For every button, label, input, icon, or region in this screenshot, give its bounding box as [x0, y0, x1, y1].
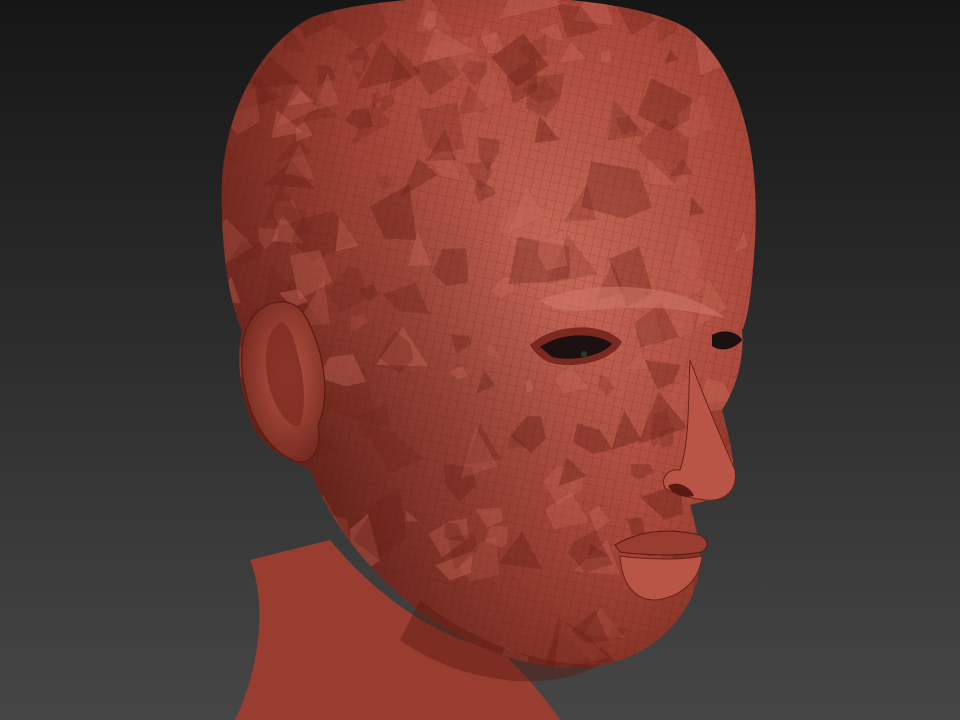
- viewport-3d[interactable]: [0, 0, 960, 720]
- sculpt-render[interactable]: [0, 0, 960, 720]
- mesh-facet: [599, 49, 612, 65]
- pupil: [581, 351, 587, 357]
